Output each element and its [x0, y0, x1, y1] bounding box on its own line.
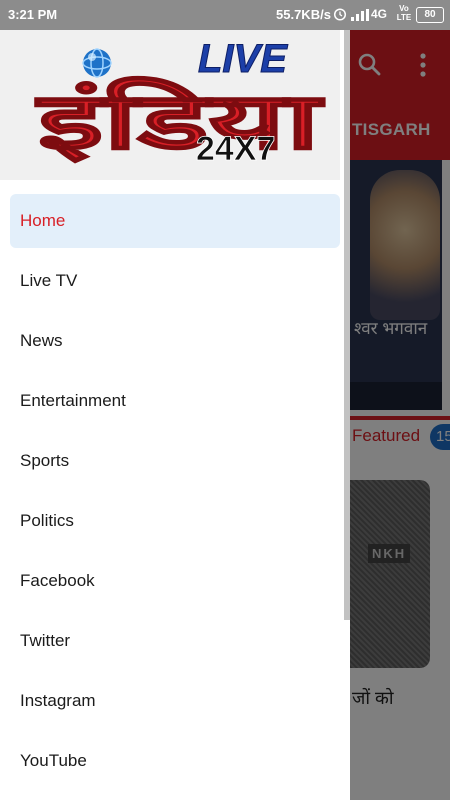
menu-item-label: Facebook: [20, 571, 95, 590]
menu-item-label: Sports: [20, 451, 70, 470]
battery-icon: 80: [416, 7, 444, 23]
drawer-menu: Home Live TV News Entertainment Sports P…: [0, 192, 350, 792]
menu-item-home[interactable]: Home: [0, 192, 350, 252]
svg-text:24X7: 24X7: [196, 130, 275, 168]
svg-text:इंडिया: इंडिया: [35, 76, 325, 167]
menu-item-label: Live TV: [20, 271, 78, 290]
navigation-drawer: LIVE इंडिया 24X7 Home Live TV News Enter…: [0, 0, 350, 800]
svg-text:LIVE: LIVE: [198, 37, 288, 81]
menu-item-twitter[interactable]: Twitter: [0, 612, 350, 672]
volte-indicator: Vo LTE: [396, 4, 412, 22]
alarm-icon: [333, 8, 347, 21]
menu-item-instagram[interactable]: Instagram: [0, 672, 350, 732]
menu-item-label: Politics: [20, 511, 74, 530]
menu-item-politics[interactable]: Politics: [0, 492, 350, 552]
drawer-scrollbar[interactable]: [344, 30, 350, 620]
signal-icon: [351, 9, 369, 21]
menu-item-label: Home: [20, 211, 66, 230]
drawer-header: LIVE इंडिया 24X7: [0, 30, 340, 180]
menu-item-sports[interactable]: Sports: [0, 432, 350, 492]
menu-item-label: Instagram: [20, 691, 96, 710]
status-time: 3:21 PM: [8, 7, 58, 22]
menu-item-label: Entertainment: [20, 391, 126, 410]
menu-item-youtube[interactable]: YouTube: [0, 732, 350, 792]
menu-item-live-tv[interactable]: Live TV: [0, 252, 350, 312]
network-speed: 55.7KB/s: [276, 7, 331, 22]
status-bar: 3:21 PM 55.7KB/s 4G Vo LTE 80: [0, 0, 450, 30]
network-type: 4G: [371, 7, 388, 21]
live-india-24x7-logo: LIVE इंडिया 24X7: [0, 30, 340, 180]
menu-item-facebook[interactable]: Facebook: [0, 552, 350, 612]
menu-item-entertainment[interactable]: Entertainment: [0, 372, 350, 432]
menu-item-label: Twitter: [20, 631, 71, 650]
menu-item-label: News: [20, 331, 63, 350]
menu-item-news[interactable]: News: [0, 312, 350, 372]
menu-item-label: YouTube: [20, 751, 87, 770]
